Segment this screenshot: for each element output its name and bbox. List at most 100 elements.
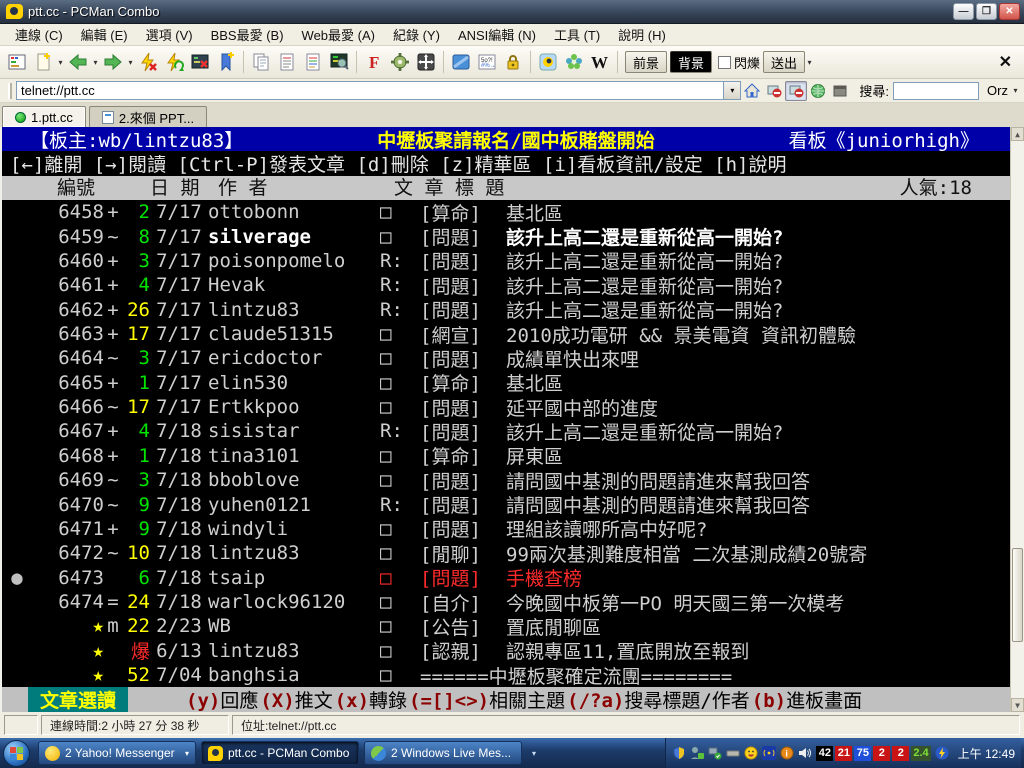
article-row[interactable]: ★ m 22 2/23 WB □ [公告] 置底閒聊區 (2, 614, 1024, 639)
background-color-button[interactable]: 背景 (670, 51, 713, 73)
close-connection-button[interactable] (187, 49, 213, 75)
send-button[interactable]: 送出 (763, 51, 806, 73)
menu-item[interactable]: ANSI編輯 (N) (449, 24, 545, 45)
yahoo-smiley-icon[interactable] (744, 746, 758, 760)
font-button[interactable]: F (361, 49, 387, 75)
minimize-button[interactable]: — (953, 3, 974, 20)
back-dropdown[interactable]: ▾ (91, 58, 100, 67)
wikipedia-button[interactable]: W (587, 49, 613, 75)
tray-badge[interactable]: 2.4 (911, 745, 931, 761)
reconnect-button[interactable] (161, 49, 187, 75)
article-row[interactable]: 6463 + 17 7/17 claude51315 □ [網宣] 2010成功… (2, 322, 1024, 347)
foreground-color-button[interactable]: 前景 (625, 51, 668, 73)
ansi-editor-button[interactable] (4, 49, 30, 75)
terminal-scrollbar[interactable]: ▲ ▼ (1010, 127, 1024, 712)
article-row[interactable]: 6461 + 4 7/17 Hevak R: [問題] 該升上高二還是重新從高一… (2, 273, 1024, 298)
article-row[interactable]: 6468 + 1 7/18 tina3101 □ [算命] 屏東區 (2, 444, 1024, 469)
address-dropdown[interactable]: ▾ (724, 81, 742, 100)
article-row[interactable]: 6470 ~ 9 7/18 yuhen0121 R: [問題] 請問國中基測的問… (2, 492, 1024, 518)
forward-dropdown[interactable]: ▾ (126, 58, 135, 67)
menu-item[interactable]: 選項 (V) (137, 24, 202, 45)
article-row[interactable]: 6460 + 3 7/17 poisonpomelo R: [問題] 該升上高二… (2, 249, 1024, 274)
copy-ansi-color-button[interactable] (300, 49, 326, 75)
copy-button[interactable] (248, 49, 274, 75)
back-button[interactable] (65, 49, 91, 75)
security-shield-icon[interactable] (672, 746, 686, 760)
taskbar-item[interactable]: 2 Yahoo! Messenger ▾ (38, 741, 196, 765)
tray-badge[interactable]: 2 (873, 745, 891, 761)
search-input[interactable] (893, 81, 980, 100)
bbs-window-button[interactable] (448, 49, 474, 75)
plugin-flower-button[interactable] (561, 49, 587, 75)
info-icon[interactable]: i (780, 746, 794, 760)
new-window-button[interactable] (829, 81, 851, 101)
menu-item[interactable]: 紀錄 (Y) (384, 24, 449, 45)
scroll-up-icon[interactable]: ▲ (1011, 127, 1024, 141)
new-connection-button[interactable] (30, 49, 56, 75)
article-row[interactable]: 6471 + 9 7/18 windyli □ [問題] 理組該讀哪所高中好呢? (2, 517, 1024, 542)
scroll-down-icon[interactable]: ▼ (1011, 698, 1024, 712)
send-dropdown[interactable]: ▾ (805, 58, 814, 67)
taskbar-item[interactable]: 2 Windows Live Mes... (364, 741, 522, 765)
restore-button[interactable]: ❐ (976, 3, 997, 20)
tray-badge[interactable]: 2 (892, 745, 910, 761)
forward-button[interactable] (100, 49, 126, 75)
removable-device-icon[interactable] (726, 746, 740, 760)
preview-button[interactable] (326, 49, 352, 75)
article-row[interactable]: ★ 52 7/04 banghsia □ ======中壢板聚確定流團=====… (2, 663, 1024, 688)
add-bookmark-button[interactable] (213, 49, 239, 75)
article-row[interactable]: 6469 ~ 3 7/18 bboblove □ [問題] 請問國中基測的問題請… (2, 468, 1024, 493)
offline-mode-button[interactable] (763, 81, 785, 101)
close-button[interactable]: ✕ (999, 3, 1020, 20)
messenger-user-icon[interactable] (690, 746, 705, 760)
special-symbols-button[interactable]: 5o?! #%→ (474, 49, 500, 75)
menu-item[interactable]: 說明 (H) (609, 24, 675, 45)
volume-icon[interactable] (798, 746, 812, 760)
menu-item[interactable]: BBS最愛 (B) (202, 24, 293, 45)
wireless-signal-icon[interactable] (762, 746, 777, 760)
article-row[interactable]: 6467 + 4 7/18 sisistar R: [問題] 該升上高二還是重新… (2, 419, 1024, 444)
tray-badge[interactable]: 42 (816, 745, 834, 761)
address-input[interactable] (16, 81, 725, 100)
toolbar-close-icon[interactable]: ✕ (999, 52, 1012, 72)
article-row[interactable]: ● 6473 6 7/18 tsaip □ [問題] 手機查榜 (2, 565, 1024, 591)
start-button[interactable] (3, 739, 30, 767)
disconnect-button[interactable] (135, 49, 161, 75)
article-row[interactable]: ★ 爆 6/13 lintzu83 □ [認親] 認親專區11,置底開放至報到 (2, 639, 1024, 664)
taskbar-item[interactable]: ptt.cc - PCMan Combo (201, 741, 359, 765)
lock-button[interactable] (500, 49, 526, 75)
article-row[interactable]: 6464 ~ 3 7/17 ericdoctor □ [問題] 成績單快出來哩 (2, 346, 1024, 371)
bbs-terminal[interactable]: 【板主:wb/lintzu83】 中壢板聚請報名/國中板賭盤開始 看板《juni… (0, 127, 1024, 712)
online-mode-button[interactable] (785, 80, 808, 101)
network-ok-icon[interactable] (708, 746, 722, 760)
taskbar-chevron[interactable]: ▾ (527, 742, 541, 764)
article-row[interactable]: 6462 + 26 7/17 lintzu83 R: [問題] 該升上高二還是重… (2, 298, 1024, 323)
blink-checkbox[interactable] (718, 55, 732, 69)
tray-badge[interactable]: 21 (835, 745, 853, 761)
article-date: 7/18 (156, 566, 202, 589)
fullscreen-button[interactable] (413, 49, 439, 75)
toolbar-gripper[interactable] (8, 82, 12, 99)
menu-item[interactable]: Web最愛 (A) (293, 24, 384, 45)
search-engine-dropdown[interactable]: ▾ (1011, 86, 1020, 95)
menu-item[interactable]: 編輯 (E) (72, 24, 137, 45)
browser-button[interactable] (807, 81, 829, 101)
home-button[interactable] (741, 81, 763, 101)
power-lightning-icon[interactable] (935, 746, 949, 760)
menu-item[interactable]: 連線 (C) (6, 24, 72, 45)
settings-button[interactable] (387, 49, 413, 75)
article-row[interactable]: 6474 = 24 7/18 warlock96120 □ [自介] 今晚國中板… (2, 590, 1024, 615)
menu-item[interactable]: 工具 (T) (545, 24, 609, 45)
article-row[interactable]: 6458 + 2 7/17 ottobonn □ [算命] 基北區 (2, 200, 1024, 225)
article-row[interactable]: 6466 ~ 17 7/17 Ertkkpoo □ [問題] 延平國中部的進度 (2, 395, 1024, 420)
pcman-home-button[interactable] (535, 49, 561, 75)
article-row[interactable]: 6472 ~ 10 7/18 lintzu83 □ [閒聊] 99兩次基測難度相… (2, 541, 1024, 566)
new-connection-dropdown[interactable]: ▾ (56, 58, 65, 67)
tab-ptt[interactable]: 1.ptt.cc (2, 106, 86, 127)
scrollbar-thumb[interactable] (1012, 548, 1023, 642)
paste-button[interactable] (274, 49, 300, 75)
article-row[interactable]: 6465 + 1 7/17 elin530 □ [算命] 基北區 (2, 371, 1024, 396)
tray-badge[interactable]: 75 (854, 745, 872, 761)
tab-web[interactable]: 2.來個 PPT... (88, 106, 208, 127)
article-row[interactable]: 6459 ~ 8 7/17 silverage □ [問題] 該升上高二還是重新… (2, 224, 1024, 250)
